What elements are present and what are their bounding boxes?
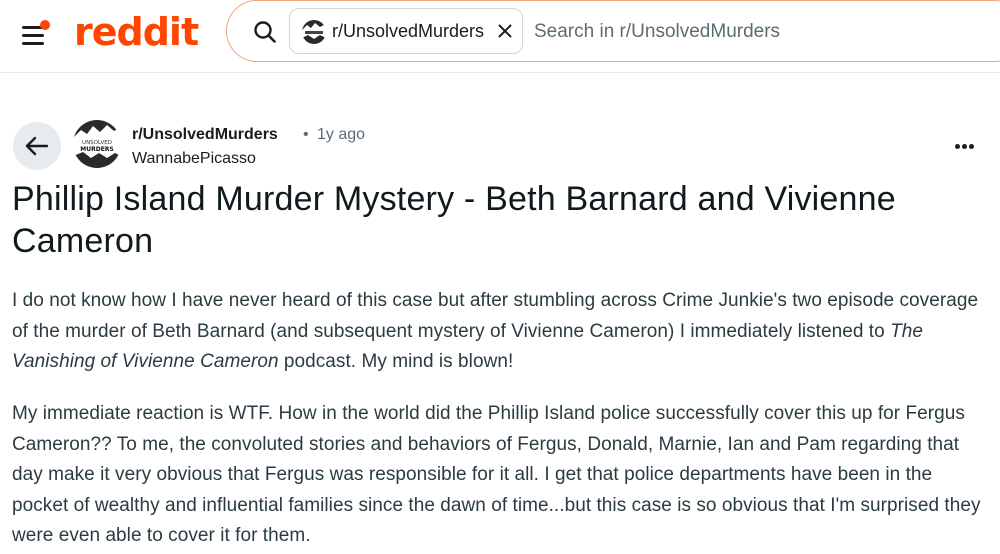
post-author-link[interactable]: WannabePicasso — [132, 149, 256, 169]
post-body-p1-text: I do not know how I have never heard of … — [12, 290, 979, 342]
post-title: Phillip Island Murder Mystery - Beth Bar… — [12, 180, 896, 260]
subreddit-link[interactable]: r/UnsolvedMurders — [132, 125, 278, 145]
notification-dot — [40, 20, 50, 30]
reddit-logo[interactable]: reddit — [74, 8, 199, 56]
search-input[interactable] — [534, 19, 974, 45]
search-icon — [254, 21, 276, 43]
subreddit-avatar-text-line2: MURDERS — [80, 146, 113, 153]
subreddit-avatar[interactable]: UNSOLVED MURDERS — [73, 120, 121, 168]
meta-separator: • — [303, 126, 309, 143]
subreddit-chip-avatar — [302, 20, 326, 44]
hamburger-menu-icon[interactable] — [18, 17, 54, 49]
back-button[interactable] — [13, 122, 61, 170]
post-body-p1-tail: podcast. My mind is blown! — [278, 351, 514, 372]
post-body-paragraph-2: My immediate reaction is WTF. How in the… — [12, 403, 981, 546]
close-icon[interactable] — [495, 20, 515, 42]
more-options-icon[interactable] — [947, 132, 981, 160]
subreddit-chip-label: r/UnsolvedMurders — [332, 21, 485, 41]
post-body-paragraph-1: I do not know how I have never heard of … — [12, 286, 992, 378]
post-timestamp: 1y ago — [317, 126, 366, 143]
arrow-left-icon — [25, 136, 49, 156]
